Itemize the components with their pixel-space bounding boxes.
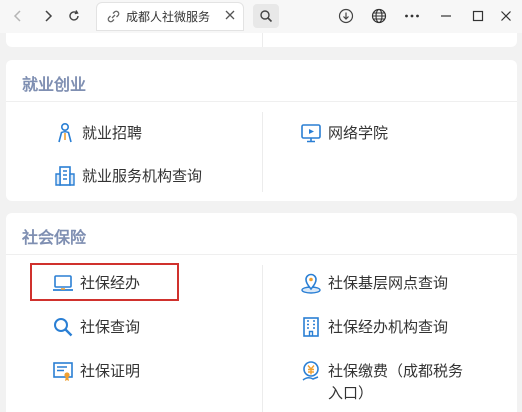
social-insurance-section-card: 社会保险 社保经办 社保基层网点查询 社保查询 社保经办机构查询 社保证明 社保…	[6, 213, 517, 412]
item-label: 社保经办机构查询	[328, 318, 449, 336]
minimize-button[interactable]	[434, 4, 458, 28]
certificate-icon	[52, 360, 74, 382]
more-dots-icon	[405, 14, 419, 18]
item-label-line-2: 入口）	[328, 384, 374, 402]
column-divider	[262, 265, 263, 412]
close-window-icon	[501, 11, 511, 21]
search-button[interactable]	[253, 4, 279, 28]
forward-button[interactable]	[36, 4, 60, 28]
previous-section-card	[6, 33, 517, 47]
job-recruitment-item[interactable]: 就业招聘	[54, 122, 142, 144]
social-insurance-query-item[interactable]: 社保查询	[52, 316, 140, 338]
browser-tab[interactable]: 成都人社微服务	[96, 2, 244, 31]
item-label: 就业招聘	[82, 124, 143, 142]
section-title: 就业创业	[22, 75, 87, 94]
location-pin-icon	[300, 272, 322, 294]
social-insurance-agency-query-item[interactable]: 社保经办机构查询	[300, 316, 448, 338]
download-button[interactable]	[334, 4, 358, 28]
browser-toolbar: 成都人社微服务	[0, 0, 522, 33]
social-insurance-payment-item[interactable]: 社保缴费（成都税务 入口）	[300, 360, 463, 404]
page-content: 就业创业 就业招聘 网络学院 就业服务机构查询 社会保险 社保经办 社保基层网点…	[0, 33, 522, 412]
maximize-button[interactable]	[466, 4, 490, 28]
link-icon	[107, 10, 120, 23]
maximize-icon	[472, 10, 484, 22]
section-title: 社会保险	[22, 228, 87, 247]
tab-close-button[interactable]	[225, 9, 235, 24]
tab-title: 成都人社微服务	[126, 10, 211, 24]
payment-icon	[300, 360, 322, 382]
online-academy-item[interactable]: 网络学院	[300, 122, 388, 144]
item-label: 社保基层网点查询	[328, 274, 449, 292]
close-icon	[225, 10, 235, 20]
office-building-icon	[300, 316, 322, 338]
item-label: 社保证明	[80, 362, 141, 380]
more-button[interactable]	[400, 4, 424, 28]
back-arrow-icon	[13, 10, 21, 22]
minimize-icon	[441, 15, 451, 17]
social-insurance-certificate-item[interactable]: 社保证明	[52, 360, 140, 382]
employment-service-agency-item[interactable]: 就业服务机构查询	[54, 165, 202, 187]
social-insurance-handling-item[interactable]: 社保经办	[52, 272, 140, 294]
video-screen-icon	[300, 122, 322, 144]
section-divider	[6, 254, 517, 255]
close-window-button[interactable]	[494, 4, 518, 28]
forward-arrow-icon	[45, 10, 53, 22]
job-section-card: 就业创业 就业招聘 网络学院 就业服务机构查询	[6, 60, 517, 201]
item-label: 社保缴费（成都税务 入口）	[328, 360, 463, 404]
globe-icon	[371, 8, 387, 24]
column-divider	[262, 112, 263, 192]
item-label: 网络学院	[328, 124, 389, 142]
laptop-icon	[52, 272, 74, 294]
back-button[interactable]	[6, 4, 30, 28]
section-divider	[6, 101, 517, 102]
download-icon	[338, 8, 354, 24]
search-icon	[260, 10, 273, 23]
reload-button[interactable]	[62, 4, 86, 28]
item-label: 就业服务机构查询	[82, 167, 203, 185]
item-label: 社保经办	[80, 274, 141, 292]
magnifier-icon	[52, 316, 74, 338]
globe-button[interactable]	[367, 4, 391, 28]
column-divider	[262, 33, 263, 47]
social-insurance-outlet-query-item[interactable]: 社保基层网点查询	[300, 272, 448, 294]
item-label-line-1: 社保缴费（成都税务	[328, 362, 464, 380]
reload-icon	[69, 10, 79, 21]
building-icon	[54, 165, 76, 187]
item-label: 社保查询	[80, 318, 141, 336]
person-icon	[54, 122, 76, 144]
